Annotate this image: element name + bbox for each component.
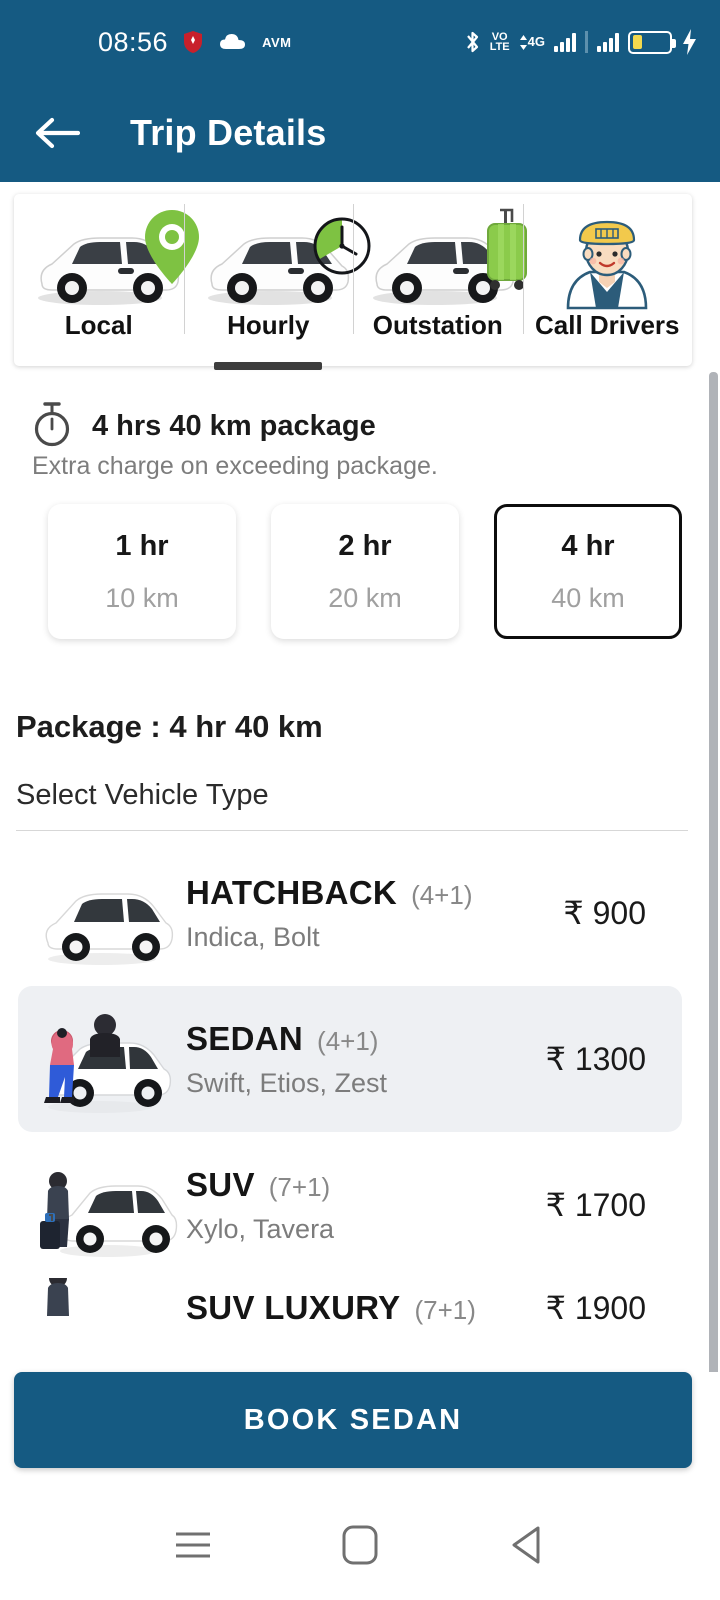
vehicle-title-line: SUV LUXURY (7+1) (186, 1289, 546, 1327)
luxury-suv-icon (18, 1278, 170, 1338)
scrollbar-thumb[interactable] (709, 372, 718, 1372)
vehicle-models: Xylo, Tavera (186, 1213, 335, 1244)
tab-outstation[interactable]: Outstation (353, 194, 527, 366)
vehicle-price: ₹ 1900 (545, 1290, 646, 1326)
status-bar: 08:56 AVM VO LTE 4G (0, 0, 720, 84)
vehicle-name: HATCHBACK (186, 873, 398, 911)
book-sedan-button[interactable]: BOOK SEDAN (14, 1372, 692, 1468)
android-nav-bar (0, 1490, 720, 1600)
duration-option-4hr[interactable]: 4 hr 40 km (494, 504, 682, 639)
vehicle-price: ₹ 1300 (545, 1041, 646, 1077)
vehicle-capacity: (4+1) (317, 1025, 379, 1056)
vehicle-title-line: SUV (7+1) (186, 1166, 546, 1204)
battery-icon (628, 30, 676, 54)
vehicle-name: SUV LUXURY (186, 1289, 401, 1326)
4g-icon: 4G (519, 34, 545, 50)
package-header: 4 hrs 40 km package (30, 400, 376, 453)
vehicle-title-line: HATCHBACK (4+1) (186, 874, 563, 912)
back-arrow-icon[interactable] (34, 113, 80, 153)
section-divider (16, 830, 688, 831)
vehicle-info: SUV LUXURY (7+1) (170, 1289, 546, 1327)
shield-icon (182, 30, 204, 54)
carrier-label: AVM (262, 34, 292, 50)
app-screen: 08:56 AVM VO LTE 4G Trip Details Local H… (0, 0, 720, 1600)
vehicle-row-suv[interactable]: SUV (7+1) Xylo, Tavera ₹ 1700 (18, 1132, 682, 1278)
signal-bars-icon-sim2 (597, 32, 619, 52)
package-subtitle: Extra charge on exceeding package. (32, 452, 438, 480)
back-triangle-icon[interactable] (492, 1510, 562, 1580)
vehicle-list: HATCHBACK (4+1) Indica, Bolt ₹ 900 SEDAN… (0, 840, 700, 1338)
signal-divider (585, 31, 588, 53)
active-tab-indicator (214, 362, 323, 370)
select-vehicle-heading: Select Vehicle Type (16, 779, 269, 811)
suv-car-with-traveler-icon (18, 1145, 178, 1265)
app-bar: Trip Details (0, 84, 720, 182)
signal-bars-icon (554, 32, 576, 52)
bluetooth-icon (464, 29, 481, 55)
stopwatch-icon (30, 400, 74, 453)
duration-hours: 4 hr (561, 529, 615, 562)
car-with-location-pin-icon (14, 208, 199, 308)
duration-options: 1 hr 10 km 2 hr 20 km 4 hr 40 km (48, 504, 682, 639)
duration-hours: 1 hr (115, 529, 169, 562)
vehicle-capacity: (7+1) (268, 1171, 331, 1202)
vehicle-price: ₹ 1700 (545, 1187, 646, 1223)
home-square-icon[interactable] (325, 1510, 395, 1580)
duration-distance: 40 km (551, 582, 625, 613)
scroll-content: Local Hourly Outstation Call Drivers 4 h… (0, 182, 720, 1372)
tab-local[interactable]: Local (14, 194, 199, 366)
package-title: 4 hrs 40 km package (92, 410, 376, 442)
duration-hours: 2 hr (338, 529, 392, 562)
vehicle-capacity: (7+1) (414, 1295, 476, 1325)
duration-option-2hr[interactable]: 2 hr 20 km (271, 504, 459, 639)
vehicle-row-sedan[interactable]: SEDAN (4+1) Swift, Etios, Zest ₹ 1300 (18, 986, 682, 1132)
volte-icon: VO LTE (489, 30, 510, 53)
duration-distance: 20 km (328, 582, 402, 613)
driver-avatar-icon (523, 208, 693, 310)
car-with-luggage-icon (353, 208, 527, 308)
car-with-clock-icon (184, 208, 370, 308)
vehicle-info: SEDAN (4+1) Swift, Etios, Zest (170, 1020, 546, 1099)
recents-menu-icon[interactable] (158, 1510, 228, 1580)
tab-label-call-drivers: Call Drivers (534, 310, 680, 340)
status-time: 08:56 (98, 26, 169, 57)
status-bar-left: 08:56 AVM (22, 27, 292, 58)
tab-label-hourly: Hourly (227, 310, 310, 340)
vehicle-row-hatchback[interactable]: HATCHBACK (4+1) Indica, Bolt ₹ 900 (18, 840, 682, 986)
sedan-car-with-passengers-icon (18, 999, 172, 1119)
vehicle-title-line: SEDAN (4+1) (186, 1020, 546, 1058)
vehicle-name: SEDAN (186, 1019, 304, 1057)
page-title: Trip Details (130, 112, 327, 153)
duration-distance: 10 km (105, 582, 179, 613)
package-summary: Package : 4 hr 40 km (16, 709, 323, 744)
trip-type-tabs: Local Hourly Outstation Call Drivers (14, 194, 693, 370)
vehicle-name: SUV (186, 1165, 255, 1203)
duration-option-1hr[interactable]: 1 hr 10 km (48, 504, 236, 639)
vehicle-models: Swift, Etios, Zest (186, 1067, 388, 1098)
vehicle-info: SUV (7+1) Xylo, Tavera (170, 1166, 546, 1245)
charging-bolt-icon (681, 29, 698, 55)
vehicle-models: Indica, Bolt (186, 921, 320, 952)
vehicle-row-suv-luxury[interactable]: SUV LUXURY (7+1) ₹ 1900 (18, 1278, 682, 1338)
tab-label-outstation: Outstation (372, 310, 503, 340)
tab-call-drivers[interactable]: Call Drivers (522, 194, 693, 366)
tab-hourly[interactable]: Hourly (183, 194, 370, 370)
cloud-icon (218, 31, 248, 53)
status-bar-right: VO LTE 4G (464, 29, 698, 55)
hatchback-car-icon (18, 853, 174, 973)
vehicle-capacity: (4+1) (411, 879, 473, 910)
vehicle-info: HATCHBACK (4+1) Indica, Bolt (170, 874, 563, 953)
tab-label-local: Local (64, 310, 133, 340)
vehicle-price: ₹ 900 (563, 895, 646, 931)
